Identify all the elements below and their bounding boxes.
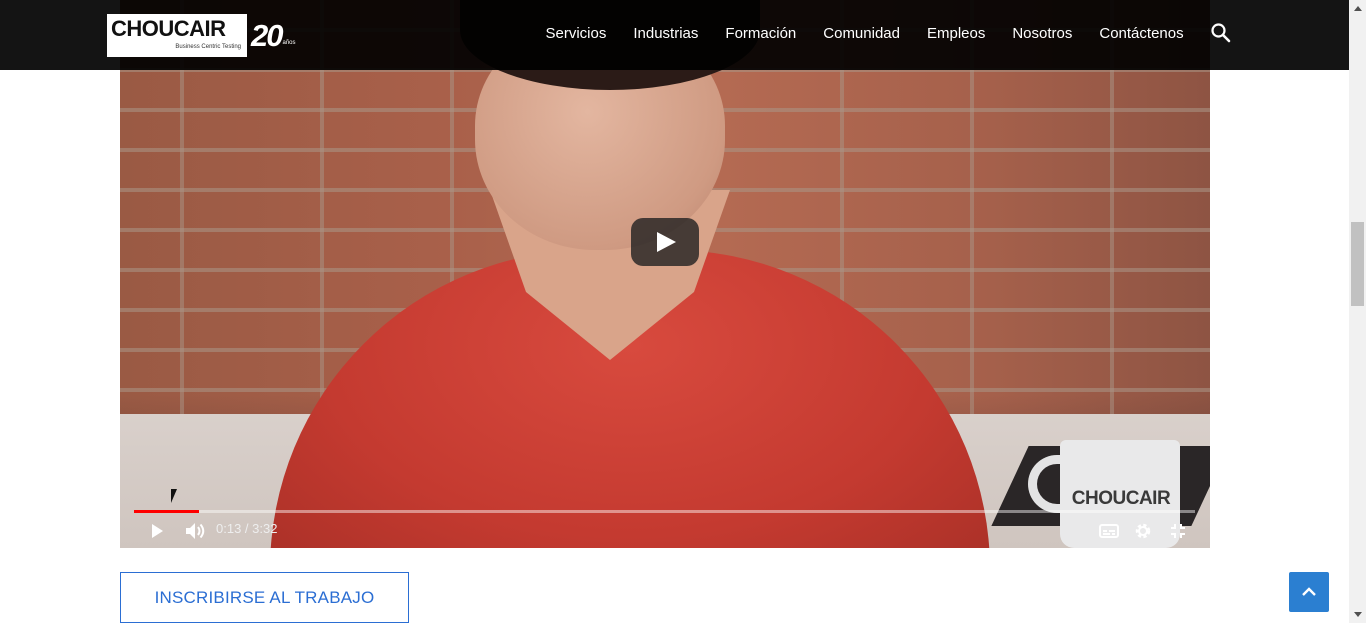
scroll-thumb[interactable] — [1351, 222, 1364, 306]
progress-fill — [134, 510, 199, 513]
page: CHOUCAIR 0:13 / 3:32 CHOUCAIR Business C… — [0, 0, 1349, 623]
time-display: 0:13 / 3:32 — [216, 521, 278, 536]
nav-item-nosotros[interactable]: Nosotros — [999, 25, 1086, 42]
big-play-icon[interactable] — [631, 218, 699, 266]
triangle-down-icon — [1353, 612, 1362, 617]
volume-button[interactable] — [182, 518, 210, 544]
subtitles-button[interactable] — [1096, 518, 1122, 544]
nav-item-industrias[interactable]: Industrias — [620, 25, 712, 42]
subtitles-icon — [1099, 524, 1119, 538]
nav-item-contactenos[interactable]: Contáctenos — [1086, 25, 1197, 42]
settings-icon — [1135, 523, 1151, 539]
mouse-cursor — [171, 489, 177, 503]
volume-icon — [186, 523, 205, 539]
scrollbar[interactable] — [1349, 0, 1366, 623]
logo-anniversary: 20 — [251, 17, 284, 53]
video-player[interactable]: CHOUCAIR 0:13 / 3:32 — [120, 0, 1210, 548]
search-button[interactable] — [1210, 22, 1232, 44]
mug-logo-text: CHOUCAIR — [1071, 488, 1171, 509]
exit-fullscreen-button[interactable] — [1165, 518, 1191, 544]
logo-years: años — [282, 39, 296, 46]
logo[interactable]: CHOUCAIR Business Centric Testing 20 año… — [107, 14, 296, 57]
logo-tagline: Business Centric Testing — [175, 44, 241, 50]
logo-text: CHOUCAIR — [111, 16, 226, 41]
nav-item-empleos[interactable]: Empleos — [913, 25, 998, 42]
settings-button[interactable] — [1130, 518, 1156, 544]
nav-item-formacion[interactable]: Formación — [712, 25, 810, 42]
chevron-up-icon — [1302, 587, 1316, 596]
back-to-top-button[interactable] — [1289, 572, 1329, 612]
play-icon — [152, 524, 163, 538]
apply-job-button[interactable]: INSCRIBIRSE AL TRABAJO — [120, 572, 409, 623]
play-button[interactable] — [144, 518, 170, 544]
site-header: CHOUCAIR Business Centric Testing 20 año… — [0, 0, 1349, 70]
nav-item-comunidad[interactable]: Comunidad — [810, 25, 914, 42]
exit-fullscreen-icon — [1171, 524, 1185, 538]
scroll-down-arrow[interactable] — [1349, 606, 1366, 623]
triangle-up-icon — [1353, 6, 1362, 11]
logo-box: CHOUCAIR Business Centric Testing — [107, 14, 247, 57]
progress-bar[interactable] — [134, 510, 1195, 513]
nav-item-servicios[interactable]: Servicios — [532, 25, 620, 42]
search-icon — [1211, 23, 1231, 43]
scroll-up-arrow[interactable] — [1349, 0, 1366, 17]
main-nav: Servicios Industrias Formación Comunidad… — [532, 0, 1197, 66]
